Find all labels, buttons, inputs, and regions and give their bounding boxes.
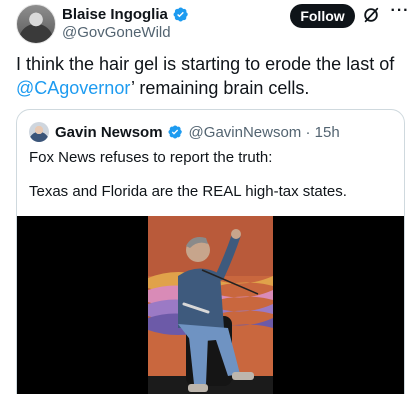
quoted-author-row[interactable]: Gavin Newsom @GavinNewsom · 15h (55, 122, 340, 142)
video-thumbnail (148, 216, 273, 394)
quoted-text-line-1: Fox News refuses to report the truth: (29, 149, 273, 166)
author-display-name[interactable]: Blaise Ingoglia (62, 6, 168, 23)
quoted-text-line-2: Texas and Florida are the REAL high-tax … (29, 183, 347, 200)
tweet-text-before: I think the hair gel is starting to erod… (16, 54, 395, 74)
quoted-author-avatar[interactable] (29, 122, 49, 142)
verified-badge-icon (168, 125, 182, 139)
quoted-tweet-card[interactable]: Gavin Newsom @GavinNewsom · 15h Fox News… (16, 109, 405, 394)
video-player[interactable] (17, 216, 404, 394)
quoted-handle-time: @GavinNewsom · 15h (188, 123, 340, 141)
more-options-icon[interactable]: ··· (386, 2, 414, 24)
verified-badge-icon (173, 7, 188, 21)
tweet-text: I think the hair gel is starting to erod… (16, 52, 408, 100)
author-name-row[interactable]: Blaise Ingoglia (62, 4, 189, 24)
mention-link[interactable]: @CAgovernor (16, 78, 131, 98)
follow-button[interactable]: Follow (290, 4, 355, 28)
tweet-text-after: ’ remaining brain cells. (131, 78, 310, 98)
quoted-author-name[interactable]: Gavin Newsom (55, 124, 163, 141)
video-frame[interactable] (148, 216, 273, 394)
grok-icon[interactable] (362, 6, 380, 24)
author-avatar[interactable] (16, 4, 56, 44)
author-handle[interactable]: @GovGoneWild (62, 24, 171, 41)
